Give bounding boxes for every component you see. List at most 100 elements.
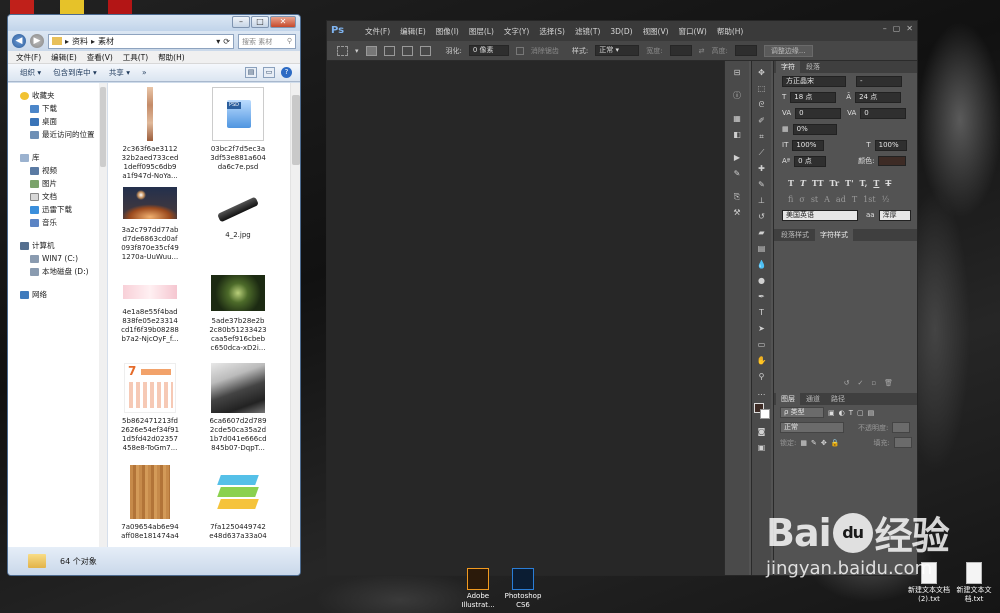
strikethrough-button[interactable]: T — [885, 178, 891, 188]
tab-paragraph-styles[interactable]: 段落样式 — [776, 229, 814, 241]
taskbar-item-illustrator[interactable]: Adobe Illustrat... — [460, 568, 496, 610]
color-swatches[interactable] — [753, 403, 770, 419]
all-caps-button[interactable]: TT — [812, 178, 824, 188]
view-options-icon[interactable]: ▤ — [245, 67, 257, 78]
tab-channels[interactable]: 通道 — [801, 393, 825, 405]
opacity-input[interactable] — [892, 422, 911, 433]
menu-help[interactable]: 帮助(H) — [158, 52, 185, 62]
file-item[interactable]: 7fa1250449742 e48d637a33a04 — [196, 465, 280, 541]
maximize-button[interactable]: □ — [251, 16, 269, 28]
eraser-tool-icon[interactable]: ▰ — [756, 228, 768, 237]
lock-all-icon[interactable]: 🔒 — [831, 439, 840, 447]
ps-close-icon[interactable]: ✕ — [906, 24, 913, 33]
language-select[interactable]: 美国英语 — [782, 209, 858, 221]
ordinals-button[interactable]: 1st — [863, 195, 875, 204]
history-brush-tool-icon[interactable]: ↺ — [756, 212, 768, 221]
small-caps-button[interactable]: Tr — [830, 178, 840, 188]
path-select-tool-icon[interactable]: ➤ — [756, 324, 768, 333]
nav-item-music[interactable]: 音乐 — [8, 216, 107, 229]
close-button[interactable]: ✕ — [270, 16, 296, 28]
taskbar-item-photoshop[interactable]: Photoshop CS6 — [500, 568, 546, 610]
breadcrumb-item[interactable]: 资料 — [72, 36, 88, 47]
nav-item-drive-c[interactable]: WIN7 (C:) — [8, 252, 107, 265]
lock-transparent-icon[interactable]: ▦ — [800, 439, 807, 447]
swatches-icon[interactable]: ▦ — [731, 114, 743, 123]
nav-item-drive-d[interactable]: 本地磁盘 (D:) — [8, 265, 107, 278]
type-tool-icon[interactable]: T — [756, 308, 768, 317]
filter-adjust-icon[interactable]: ◐ — [839, 409, 845, 417]
kerning-input[interactable]: 0 — [795, 107, 842, 119]
chevron-down-icon[interactable]: ▾ — [216, 37, 220, 46]
ps-workspace[interactable] — [327, 61, 724, 575]
brush-tool-icon[interactable]: ✎ — [756, 180, 768, 189]
chevron-down-icon[interactable]: ▾ — [355, 47, 359, 55]
tab-layers[interactable]: 图层 — [776, 393, 800, 405]
ps-restore-icon[interactable]: ▢ — [893, 24, 901, 33]
info-icon[interactable]: ⓘ — [731, 91, 743, 100]
tracking-input[interactable]: 0 — [860, 107, 907, 119]
move-tool-icon[interactable]: ✥ — [756, 68, 768, 77]
tab-character-styles[interactable]: 字符样式 — [815, 229, 853, 241]
ps-menu-select[interactable]: 选择(S) — [535, 26, 569, 37]
fill-input[interactable] — [893, 437, 912, 448]
hand-tool-icon[interactable]: ✋ — [756, 356, 768, 365]
breadcrumb-item[interactable]: 素材 — [98, 36, 114, 47]
file-item[interactable]: 4e1a8e55f4bad 838fe05e23314 cd1f6f39b082… — [108, 275, 192, 344]
forward-arrow-icon[interactable]: ▶ — [30, 34, 44, 48]
file-list-scrollbar[interactable] — [290, 83, 300, 547]
feather-input[interactable]: 0 像素 — [468, 45, 509, 56]
shape-tool-icon[interactable]: ▭ — [756, 340, 768, 349]
font-family-select[interactable]: 方正晶宋 — [782, 75, 846, 87]
horizontal-scale-input[interactable]: 100% — [874, 139, 907, 151]
adjustments-icon[interactable]: ◧ — [731, 130, 743, 139]
pen-tool-icon[interactable]: ✒ — [756, 292, 768, 301]
stamp-tool-icon[interactable]: ⊥ — [756, 196, 768, 205]
nav-item-downloads[interactable]: 下载 — [8, 102, 107, 115]
subtract-selection-icon[interactable] — [401, 45, 413, 56]
marquee-tool-preset-icon[interactable] — [337, 45, 348, 56]
filter-type-icon[interactable]: T — [849, 409, 853, 417]
nav-item-recent[interactable]: 最近访问的位置 — [8, 128, 107, 141]
nav-network[interactable]: 网络 — [8, 288, 107, 301]
ps-menu-edit[interactable]: 编辑(E) — [396, 26, 430, 37]
brush-icon[interactable]: ✎ — [731, 169, 743, 178]
superscript-button[interactable]: T' — [845, 178, 853, 188]
nav-libraries[interactable]: 库 — [8, 151, 107, 164]
antialias-select[interactable]: 浑厚 — [878, 209, 911, 221]
file-item[interactable]: PSD 03bc2f7d5ec3a 3df53e881a604 da6c7e.p… — [196, 87, 280, 172]
discretionary-ligature-button[interactable]: st — [811, 195, 818, 204]
swash-button[interactable]: A — [824, 195, 830, 204]
height-input[interactable] — [734, 45, 757, 56]
clear-override-icon[interactable]: ↺ — [844, 379, 850, 391]
filter-shape-icon[interactable]: ▢ — [857, 409, 864, 417]
delete-style-icon[interactable]: 🗑 — [884, 379, 893, 391]
ps-menu-type[interactable]: 文字(Y) — [500, 26, 533, 37]
ps-menu-window[interactable]: 窗口(W) — [675, 26, 711, 37]
blend-mode-select[interactable]: 正常 — [780, 422, 844, 433]
nav-item-documents[interactable]: 文档 — [8, 190, 107, 203]
more-button[interactable]: » — [142, 68, 147, 77]
tool-presets-icon[interactable]: ⚒ — [731, 208, 743, 217]
ligature-button[interactable]: fi — [788, 195, 793, 204]
proportional-spacing-input[interactable]: 0% — [792, 123, 837, 135]
font-size-input[interactable]: 18 点 — [790, 91, 837, 103]
fractions-button[interactable]: ½ — [882, 195, 890, 204]
faux-italic-button[interactable]: T — [800, 178, 806, 188]
vertical-scale-input[interactable]: 100% — [792, 139, 825, 151]
width-input[interactable] — [669, 45, 692, 56]
ps-minimize-icon[interactable]: – — [883, 24, 887, 33]
gradient-tool-icon[interactable]: ▤ — [756, 244, 768, 253]
file-item[interactable]: 5ade37b28e2b 2c80b51233423 caa5ef916cbeb… — [196, 275, 280, 353]
menu-tools[interactable]: 工具(T) — [123, 52, 148, 62]
lock-image-icon[interactable]: ✎ — [811, 439, 817, 447]
ps-menu-help[interactable]: 帮助(H) — [713, 26, 748, 37]
ps-menu-view[interactable]: 视图(V) — [639, 26, 673, 37]
back-arrow-icon[interactable]: ◀ — [12, 34, 26, 48]
file-item[interactable]: 4_2.jpg — [196, 187, 280, 240]
tab-paragraph[interactable]: 段落 — [801, 61, 825, 73]
faux-bold-button[interactable]: T — [788, 178, 794, 188]
marquee-tool-icon[interactable]: ⬚ — [756, 84, 768, 93]
menu-edit[interactable]: 编辑(E) — [51, 52, 77, 62]
filter-smart-icon[interactable]: ▤ — [868, 409, 875, 417]
eyedropper-tool-icon[interactable]: ⟋ — [756, 148, 768, 157]
